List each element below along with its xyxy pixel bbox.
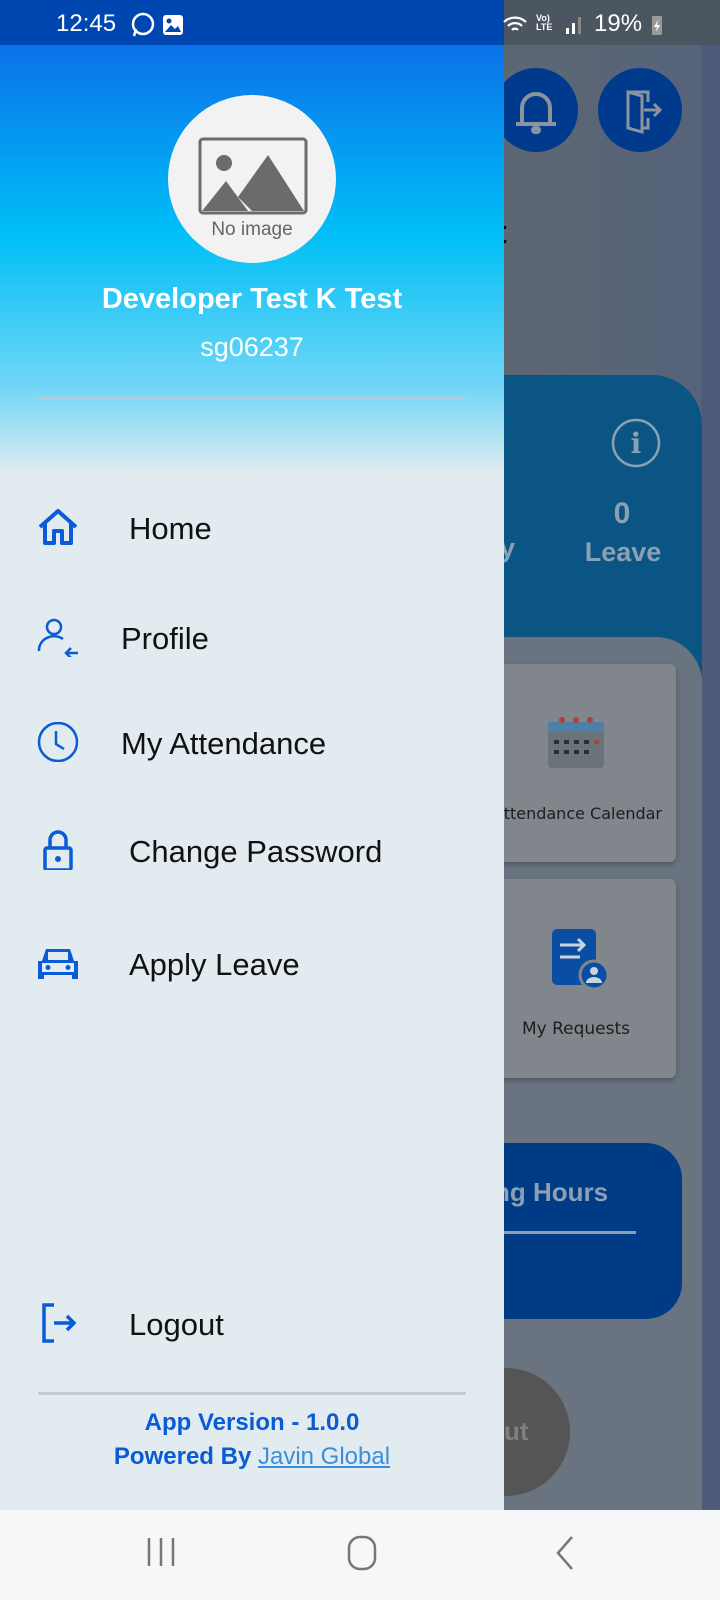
- powered-by: Powered By Javin Global: [0, 1443, 504, 1471]
- avatar[interactable]: No image: [168, 95, 336, 263]
- drawer-item-label: Logout: [129, 1307, 224, 1342]
- home-nav-icon[interactable]: [346, 1534, 378, 1572]
- no-image-text: No image: [211, 219, 293, 240]
- car-icon: [38, 949, 78, 979]
- drawer-item-profile[interactable]: Profile: [0, 597, 504, 677]
- exit-button[interactable]: [598, 68, 682, 152]
- bell-icon: [516, 92, 556, 134]
- app-version: App Version - 1.0.0: [144, 1409, 360, 1436]
- drawer-item-apply-leave[interactable]: Apply Leave: [0, 923, 504, 1003]
- clock-icon: [37, 722, 79, 762]
- navigation-drawer: No image Developer Test K Test sg06237 H…: [0, 45, 504, 1510]
- drawer-item-label: Apply Leave: [129, 947, 300, 982]
- status-time: 12:45: [56, 10, 117, 37]
- system-navigation-bar: [0, 1510, 720, 1600]
- powered-by-label: Powered By: [113, 1443, 252, 1470]
- lock-icon: [43, 830, 73, 870]
- battery-level: 19%: [594, 10, 643, 37]
- image-placeholder-icon: [198, 137, 308, 215]
- footer-divider: [38, 1392, 466, 1395]
- home-icon: [38, 509, 78, 545]
- javin-global-link[interactable]: Javin Global: [258, 1443, 390, 1470]
- logout-icon: [42, 1303, 77, 1343]
- hours-underline: [494, 1231, 636, 1234]
- punch-label: ut: [504, 1416, 529, 1446]
- wifi-icon: [503, 16, 527, 31]
- volte-icon: Vo) LTE: [536, 13, 553, 32]
- header-divider: [38, 397, 466, 400]
- drawer-item-logout[interactable]: Logout: [0, 1283, 504, 1363]
- status-bar: 12:45 Vo) LTE 19%: [0, 0, 720, 45]
- door-exit-icon: [626, 90, 663, 134]
- leave-label: Leave: [584, 537, 662, 567]
- drawer-item-home[interactable]: Home: [0, 487, 504, 567]
- drawer-item-change-password[interactable]: Change Password: [0, 810, 504, 890]
- working-hours-label: ng Hours: [494, 1177, 609, 1207]
- user-arrow-icon: [37, 618, 78, 657]
- requests-icon: [552, 929, 610, 991]
- dashboard-edge: [702, 45, 720, 1510]
- calendar-icon: [548, 717, 604, 768]
- notification-button[interactable]: [494, 68, 578, 152]
- drawer-item-label: Home: [129, 511, 212, 546]
- leave-summary-card: i 0 Leave y: [470, 375, 702, 675]
- drawer-item-my-attendance[interactable]: My Attendance: [0, 702, 504, 782]
- gallery-icon: [163, 15, 183, 35]
- whatsapp-icon: [131, 12, 155, 37]
- user-name: Developer Test K Test: [101, 283, 403, 315]
- drawer-item-label: My Attendance: [121, 726, 327, 761]
- signal-icon: [566, 17, 581, 34]
- leave-count: 0: [613, 497, 631, 530]
- info-icon[interactable]: i: [610, 417, 662, 469]
- drawer-item-label: Profile: [121, 621, 209, 656]
- svg-text:i: i: [631, 427, 642, 460]
- recent-apps-icon[interactable]: [146, 1534, 176, 1570]
- back-icon[interactable]: [554, 1534, 576, 1572]
- battery-charging-icon: [652, 16, 662, 35]
- drawer-item-label: Change Password: [129, 834, 383, 869]
- user-id: sg06237: [200, 332, 304, 362]
